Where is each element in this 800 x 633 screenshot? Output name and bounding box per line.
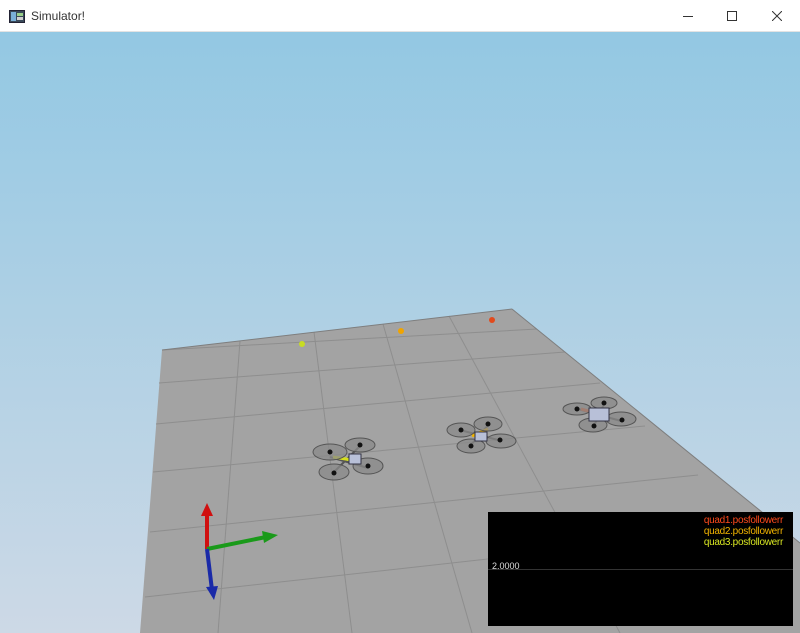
maximize-icon <box>727 11 737 21</box>
title-bar[interactable]: Simulator! <box>0 0 800 32</box>
quad2-target-point <box>398 328 404 334</box>
plot-y-axis-label: 2.0000 <box>492 561 520 571</box>
plot-gridline <box>488 569 793 570</box>
quad3-drone <box>312 437 384 481</box>
legend-quad3[interactable]: quad3.posfollowerr <box>704 537 783 548</box>
error-plot-panel[interactable]: 2.0000 quad1.posfollowerr quad2.posfollo… <box>488 512 793 626</box>
quad3-target-point <box>299 341 305 347</box>
legend-quad1[interactable]: quad1.posfollowerr <box>704 515 783 526</box>
app-icon <box>9 10 25 23</box>
simulator-viewport[interactable]: 2.0000 quad1.posfollowerr quad2.posfollo… <box>0 32 800 633</box>
quad1-target-point <box>489 317 495 323</box>
minimize-icon <box>683 11 693 21</box>
maximize-button[interactable] <box>709 0 755 32</box>
close-button[interactable] <box>754 0 800 32</box>
minimize-button[interactable] <box>665 0 711 32</box>
close-icon <box>772 11 782 21</box>
legend-quad2[interactable]: quad2.posfollowerr <box>704 526 783 537</box>
window-title: Simulator! <box>31 9 86 23</box>
